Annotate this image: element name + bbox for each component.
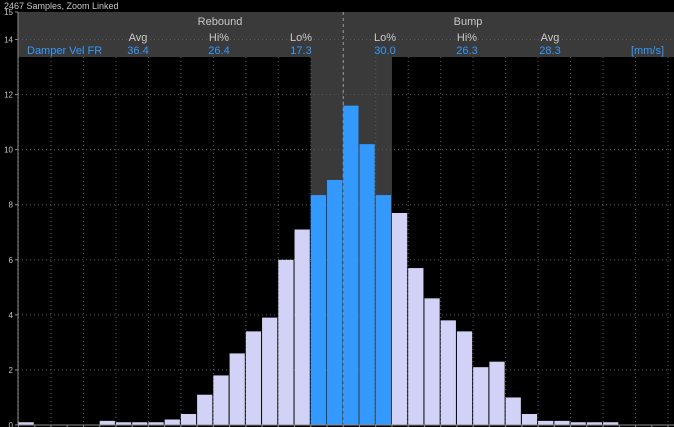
y-tick-label: 12 xyxy=(4,91,13,100)
value-bump-hi: 26.3 xyxy=(456,45,477,57)
histogram-bar xyxy=(99,420,115,425)
histogram-bar xyxy=(359,144,375,425)
y-tick-label: 6 xyxy=(9,256,14,265)
value-bump-lo: 30.0 xyxy=(374,45,395,57)
histogram-bar xyxy=(343,105,359,425)
y-tick-label: 4 xyxy=(9,311,14,320)
histogram-bar xyxy=(213,375,229,425)
histogram-bar xyxy=(294,229,310,425)
histogram-bar xyxy=(197,394,213,425)
y-tick-label: 2 xyxy=(9,366,14,375)
bump-label: Bump xyxy=(454,16,483,28)
col-header-bump-lo: Lo% xyxy=(374,32,396,44)
histogram-bar xyxy=(229,353,245,425)
samples-label: 2467 Samples, Zoom Linked xyxy=(4,1,119,11)
histogram-bar xyxy=(505,397,521,425)
histogram-chart: 0246810121415 2467 Samples, Zoom Linked … xyxy=(0,0,674,427)
col-header-bump-hi: Hi% xyxy=(457,32,477,44)
unit-label: [mm/s] xyxy=(631,45,664,57)
y-tick-label: 14 xyxy=(4,36,13,45)
histogram-bar xyxy=(538,420,554,425)
histogram-bar xyxy=(440,320,456,425)
value-rebound-hi: 26.4 xyxy=(208,45,229,57)
col-header-rebound-avg: Avg xyxy=(129,32,148,44)
value-rebound-avg: 36.4 xyxy=(127,45,148,57)
y-tick-label: 10 xyxy=(4,146,13,155)
channel-name: Damper Vel FR xyxy=(27,45,102,57)
histogram-bar xyxy=(375,195,391,425)
histogram-bar xyxy=(278,259,294,425)
value-rebound-lo: 17.3 xyxy=(290,45,311,57)
histogram-bar xyxy=(245,331,262,425)
histogram-bar xyxy=(554,420,570,425)
histogram-bar xyxy=(164,419,180,425)
histogram-bar xyxy=(473,367,489,425)
histogram-bar xyxy=(327,179,343,425)
y-tick-label: 8 xyxy=(9,201,14,210)
histogram-bar xyxy=(456,331,473,425)
y-tick-label: 0 xyxy=(9,421,14,427)
histogram-bar xyxy=(408,268,424,425)
histogram-bar xyxy=(310,195,327,425)
histogram-bar xyxy=(262,317,278,425)
histogram-bar xyxy=(521,413,538,425)
histogram-bar xyxy=(180,413,197,425)
histogram-bar xyxy=(489,361,505,425)
histogram-bar xyxy=(391,212,408,425)
value-bump-avg: 28.3 xyxy=(539,45,560,57)
rebound-label: Rebound xyxy=(198,16,243,28)
col-header-rebound-hi: Hi% xyxy=(209,32,229,44)
col-header-bump-avg: Avg xyxy=(541,32,560,44)
col-header-rebound-lo: Lo% xyxy=(290,32,312,44)
histogram-bar xyxy=(424,298,440,425)
